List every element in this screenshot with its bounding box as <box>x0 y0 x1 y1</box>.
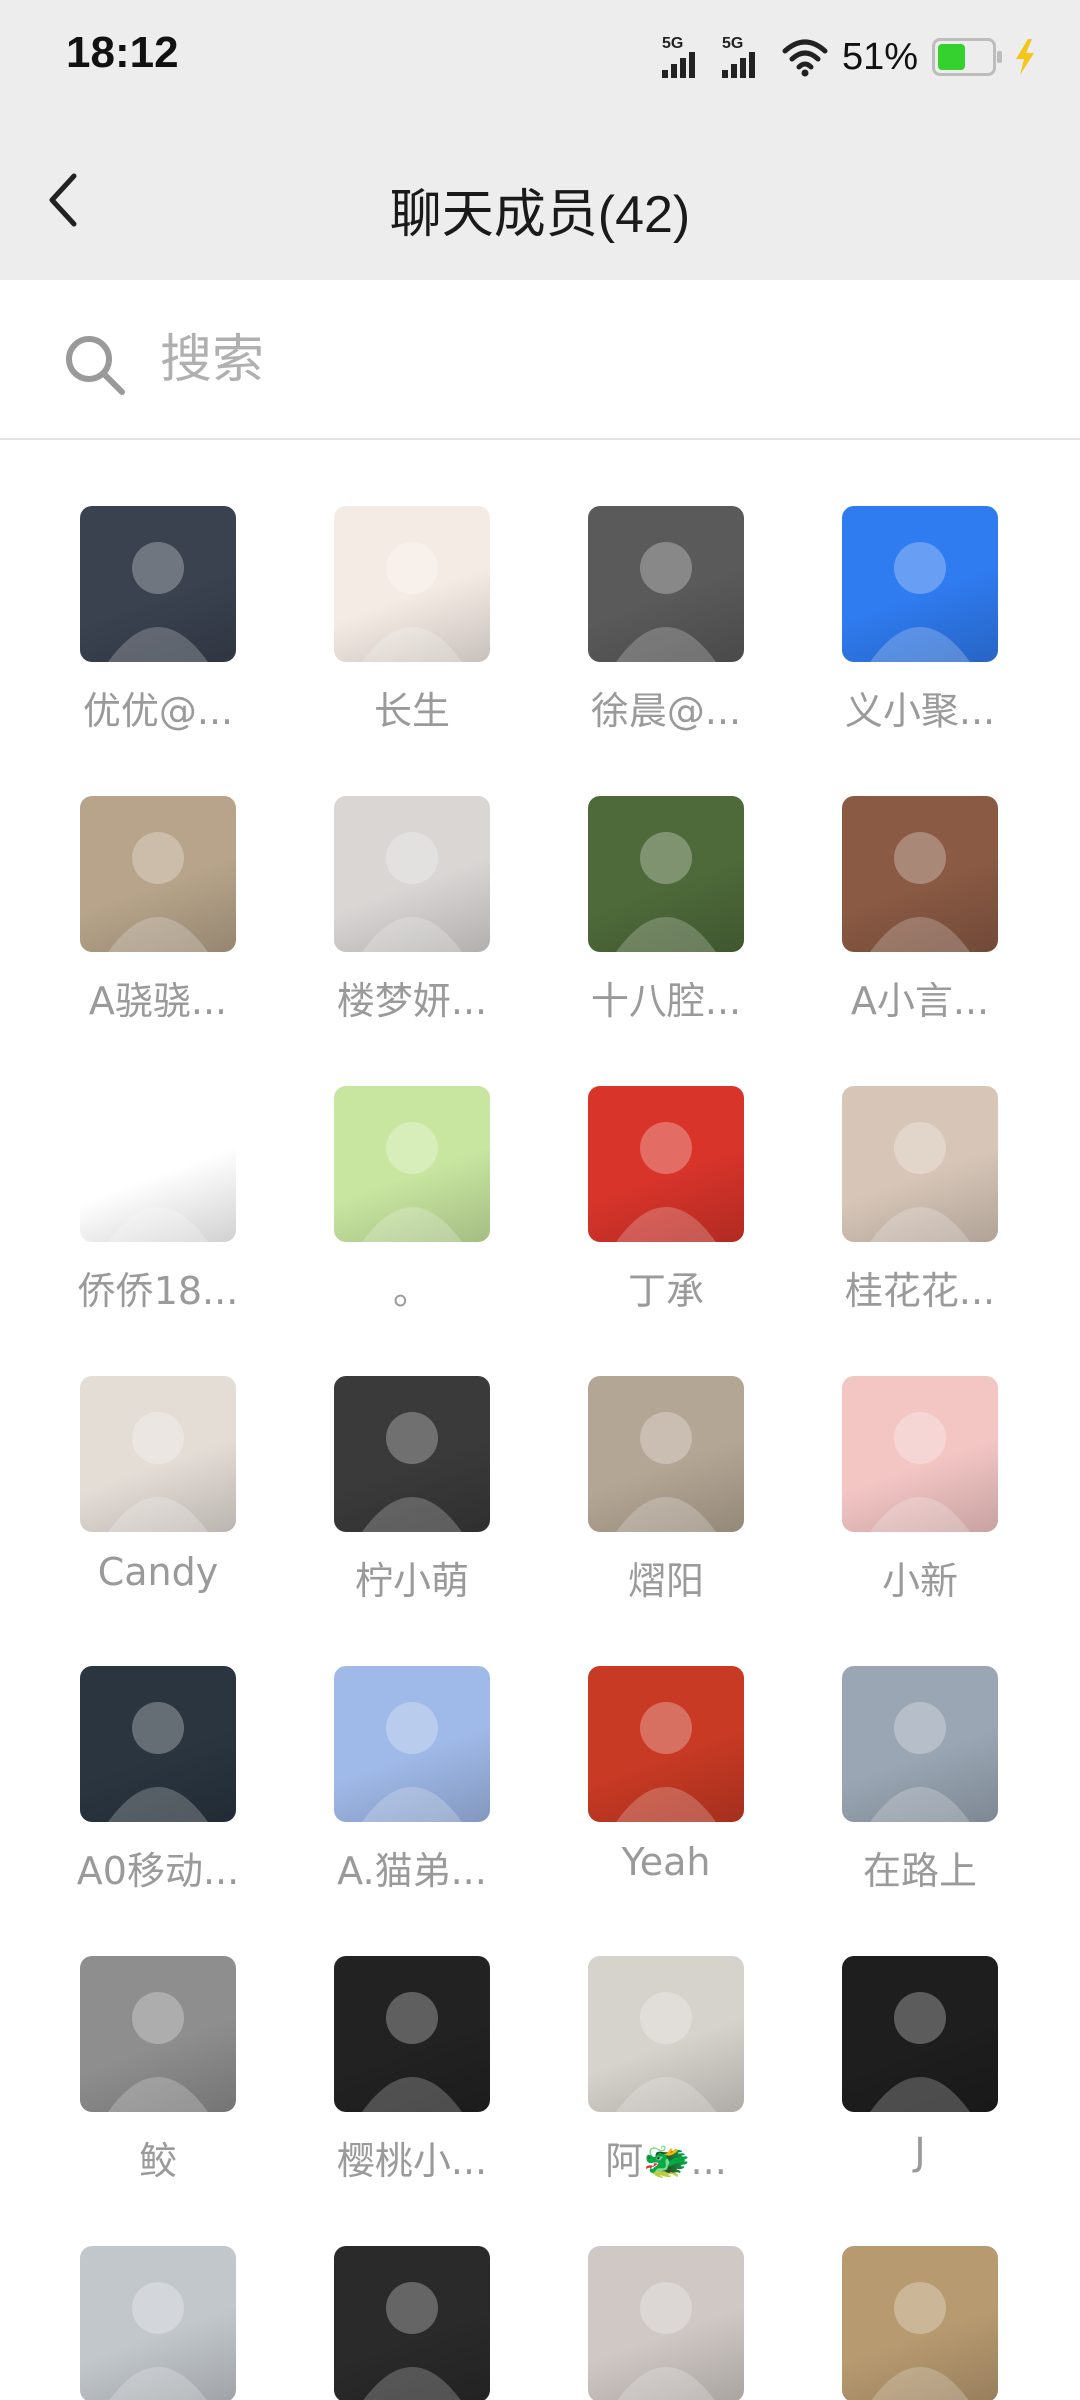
avatar[interactable] <box>842 1376 998 1532</box>
member-item[interactable]: 在路上 <box>793 1666 1047 1926</box>
member-item[interactable]: 侨侨18... <box>31 1086 285 1346</box>
member-name: A骁骁... <box>88 979 228 1023</box>
member-item[interactable]: 楼梦妍... <box>285 796 539 1056</box>
member-item[interactable]: 阿🐲... <box>539 1956 793 2216</box>
member-item[interactable]: A骁骁... <box>31 796 285 1056</box>
member-name: 。 <box>392 1269 431 1313</box>
network-type-label: 5G <box>661 35 684 52</box>
member-name: 在路上 <box>862 1849 977 1893</box>
member-name: A小言... <box>850 979 990 1023</box>
member-item[interactable] <box>285 2246 539 2400</box>
member-name: Yeah <box>621 1840 711 1884</box>
member-name: Candy <box>97 1550 219 1594</box>
member-name: 楼梦妍... <box>336 979 488 1023</box>
avatar[interactable] <box>842 1666 998 1822</box>
avatar[interactable] <box>80 1086 236 1242</box>
avatar[interactable] <box>588 1086 744 1242</box>
member-item[interactable]: 柠小萌 <box>285 1376 539 1636</box>
avatar[interactable] <box>588 506 744 662</box>
battery-level-fill <box>938 44 965 70</box>
member-item[interactable] <box>31 2246 285 2400</box>
avatar[interactable] <box>80 1956 236 2112</box>
member-item[interactable] <box>539 2246 793 2400</box>
avatar[interactable] <box>588 1666 744 1822</box>
member-item[interactable]: Yeah <box>539 1666 793 1926</box>
member-name: 长生 <box>373 689 450 733</box>
status-bar: 18:12 5G 5G 51% <box>0 0 1080 120</box>
battery-percent: 51% <box>841 35 918 78</box>
member-item[interactable]: A0移动... <box>31 1666 285 1926</box>
member-item[interactable]: 。 <box>285 1086 539 1346</box>
avatar[interactable] <box>588 1376 744 1532</box>
member-name: J <box>914 2130 926 2174</box>
member-name: 桂花花... <box>844 1269 996 1313</box>
avatar[interactable] <box>334 1376 490 1532</box>
member-name: 阿🐲... <box>605 2139 727 2183</box>
member-item[interactable]: 鲛 <box>31 1956 285 2216</box>
member-name: 优优@... <box>82 689 234 733</box>
charging-bolt-icon <box>1016 39 1034 75</box>
avatar[interactable] <box>334 796 490 952</box>
avatar[interactable] <box>80 1666 236 1822</box>
member-item[interactable]: 丁承 <box>539 1086 793 1346</box>
status-time: 18:12 <box>66 28 179 77</box>
avatar[interactable] <box>842 2246 998 2400</box>
member-item[interactable] <box>793 2246 1047 2400</box>
member-item[interactable]: 优优@... <box>31 506 285 766</box>
avatar[interactable] <box>334 1666 490 1822</box>
avatar[interactable] <box>334 1086 490 1242</box>
search-input[interactable] <box>160 320 1020 400</box>
member-item[interactable]: 义小聚... <box>793 506 1047 766</box>
avatar[interactable] <box>588 1956 744 2112</box>
member-item[interactable]: 桂花花... <box>793 1086 1047 1346</box>
avatar[interactable] <box>80 1376 236 1532</box>
cellular-signal-icon: 5G <box>661 35 708 78</box>
member-item[interactable]: 徐晨@... <box>539 506 793 766</box>
member-name: 樱桃小... <box>336 2139 488 2183</box>
cellular-signal-icon: 5G <box>721 35 768 78</box>
avatar[interactable] <box>842 1086 998 1242</box>
member-item[interactable]: 十八腔... <box>539 796 793 1056</box>
status-icons: 5G 5G 51% <box>661 30 1040 84</box>
member-name: 十八腔... <box>590 979 742 1023</box>
avatar[interactable] <box>80 2246 236 2400</box>
member-grid: 优优@... 长生 徐晨@... 义小聚... A骁骁... 楼梦妍... 十八腔... A小… <box>0 440 1080 2400</box>
avatar[interactable] <box>842 796 998 952</box>
network-type-label: 5G <box>721 35 744 52</box>
member-item[interactable]: A小言... <box>793 796 1047 1056</box>
member-name: 侨侨18... <box>77 1269 239 1313</box>
member-name: 鲛 <box>138 2139 177 2183</box>
avatar[interactable] <box>334 506 490 662</box>
member-item[interactable]: 樱桃小... <box>285 1956 539 2216</box>
member-name: 熠阳 <box>627 1559 704 1603</box>
avatar[interactable] <box>842 506 998 662</box>
member-item[interactable]: Candy <box>31 1376 285 1636</box>
avatar[interactable] <box>588 2246 744 2400</box>
avatar[interactable] <box>842 1956 998 2112</box>
page-title: 聊天成员(42) <box>389 186 691 244</box>
avatar[interactable] <box>334 2246 490 2400</box>
member-item[interactable]: 小新 <box>793 1376 1047 1636</box>
member-name: A0移动... <box>76 1849 240 1893</box>
member-item[interactable]: 长生 <box>285 506 539 766</box>
battery-icon <box>932 38 1002 76</box>
avatar[interactable] <box>588 796 744 952</box>
member-item[interactable]: A.猫弟... <box>285 1666 539 1926</box>
member-item[interactable]: 熠阳 <box>539 1376 793 1636</box>
member-name: 小新 <box>881 1559 958 1603</box>
wifi-icon <box>782 39 828 77</box>
avatar[interactable] <box>80 506 236 662</box>
member-name: 丁承 <box>627 1269 704 1313</box>
member-name: 柠小萌 <box>354 1559 469 1603</box>
search-bar <box>0 280 1080 440</box>
avatar[interactable] <box>334 1956 490 2112</box>
nav-header: 聊天成员(42) <box>0 120 1080 280</box>
member-name: A.猫弟... <box>337 1849 487 1893</box>
avatar[interactable] <box>80 796 236 952</box>
member-item[interactable]: J <box>793 1956 1047 2216</box>
member-name: 义小聚... <box>844 689 996 733</box>
member-name: 徐晨@... <box>590 689 742 733</box>
search-icon <box>66 336 125 395</box>
